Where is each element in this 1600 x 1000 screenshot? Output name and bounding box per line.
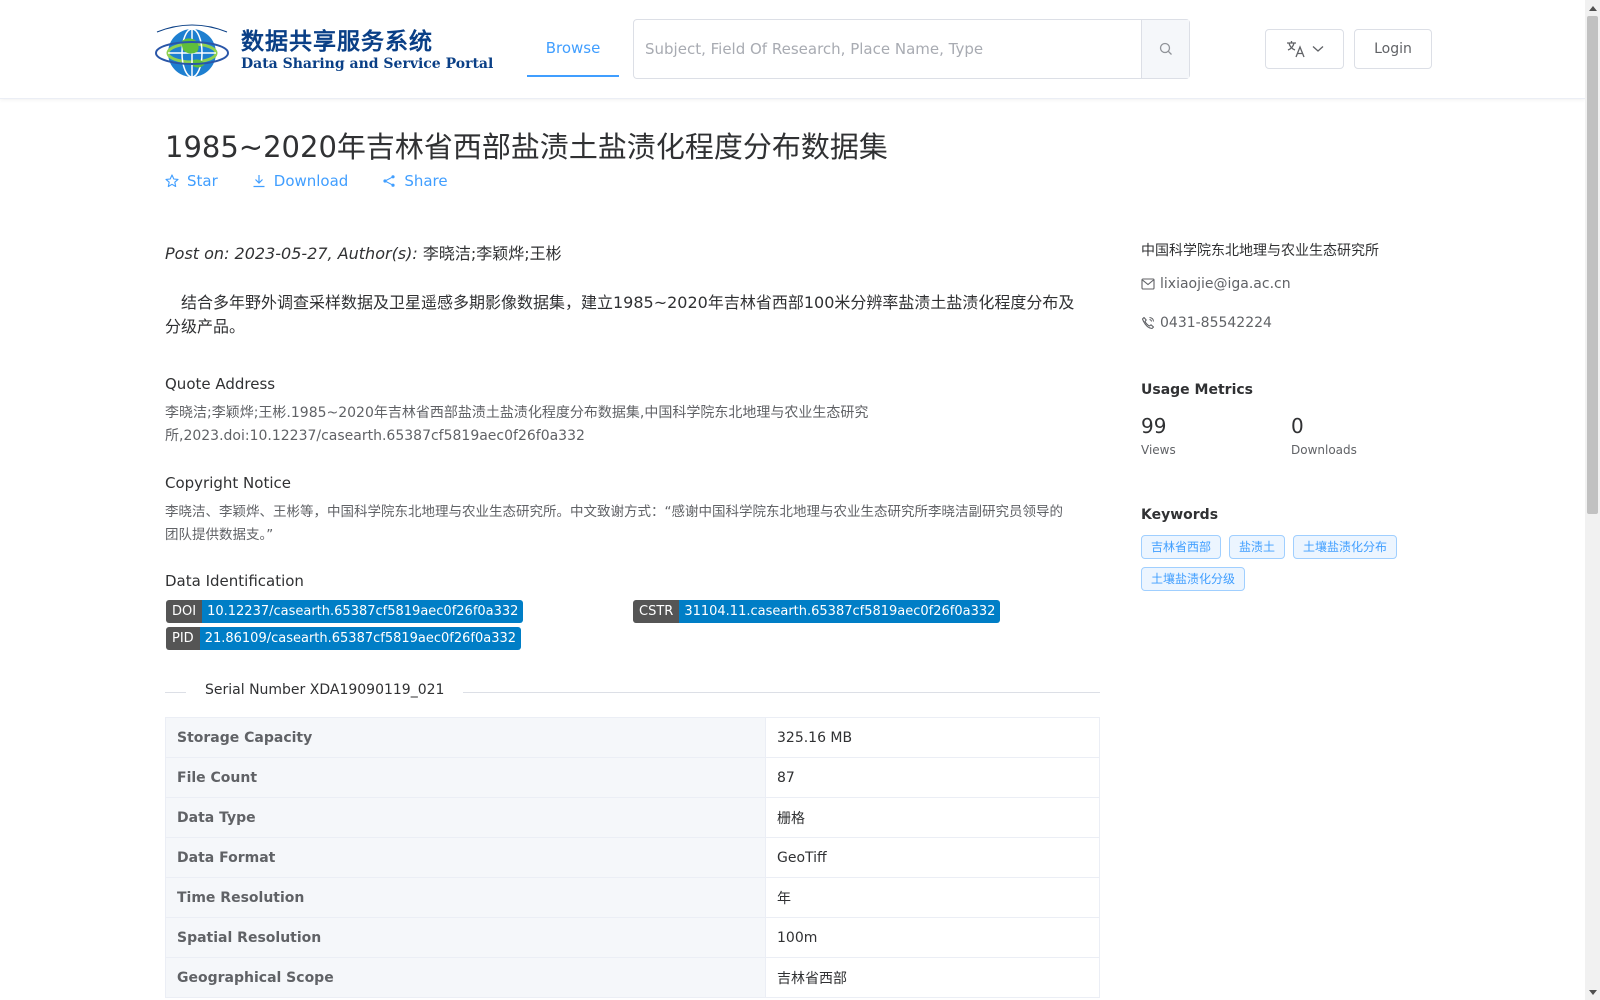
table-row: Storage Capacity 325.16 MB [165,717,1100,758]
page-scrollbar[interactable] [1585,0,1600,1000]
table-row: Geographical Scope 吉林省西部 [165,957,1100,998]
doi-badge[interactable]: DOI 10.12237/casearth.65387cf5819aec0f26… [166,600,524,623]
post-info: Post on: 2023-05-27, Author(s): 李晓洁;李颖烨;… [165,240,562,264]
search-button[interactable] [1141,20,1189,78]
logo-english-title: Data Sharing and Service Portal [241,56,494,72]
table-row: Data Type 栅格 [165,797,1100,838]
doi-badge-key: DOI [166,600,203,623]
table-value: 325.16 MB [765,717,1100,758]
search-box [633,19,1190,79]
keyword-tag[interactable]: 盐渍土 [1229,535,1286,559]
copyright-line-1: 李晓洁、李颖烨、王彬等，中国科学院东北地理与农业生态研究所。中文致谢方式：“感谢… [165,504,1063,520]
table-row: File Count 87 [165,757,1100,798]
dataset-info-table: Storage Capacity 325.16 MB File Count 87 D… [165,717,1100,998]
share-icon [383,175,395,187]
mail-icon [1141,278,1155,290]
table-row: Time Resolution 年 [165,877,1100,918]
downloads-label: Downloads [1291,443,1357,457]
table-key: Data Format [165,837,766,878]
quote-address-title: Quote Address [165,375,276,393]
scrollbar-thumb[interactable] [1587,16,1598,514]
serial-number: Serial Number XDA19090119_021 [186,682,464,698]
quote-address-text: 李晓洁;李颖烨;王彬.1985~2020年吉林省西部盐渍土盐渍化程度分布数据集,… [165,402,1100,448]
table-key: Data Type [165,797,766,838]
table-key: Storage Capacity [165,717,766,758]
table-value: 87 [765,757,1100,798]
share-label: Share [404,172,448,190]
cstr-badge[interactable]: CSTR 31104.11.casearth.65387cf5819aec0f2… [633,600,1001,623]
search-input[interactable] [634,20,1141,78]
author-list: 李晓洁;李颖烨;王彬 [422,244,562,263]
table-row: Spatial Resolution 100m [165,917,1100,958]
download-icon [253,175,265,188]
site-logo[interactable]: 数据共享服务系统 Data Sharing and Service Portal [153,22,493,80]
logo-chinese-title: 数据共享服务系统 [241,28,433,55]
keyword-tag[interactable]: 吉林省西部 [1141,535,1222,559]
contact-phone: 0431-85542224 [1141,315,1272,331]
login-button[interactable]: Login [1354,29,1432,69]
organization-name: 中国科学院东北地理与农业生态研究所 [1141,243,1379,259]
dataset-title: 1985~2020年吉林省西部盐渍土盐渍化程度分布数据集 [165,130,888,164]
share-button[interactable]: Share [382,172,448,190]
downloads-count: 0 [1291,414,1304,438]
pid-badge-value: 21.86109/casearth.65387cf5819aec0f26f0a3… [199,627,522,650]
views-count: 99 [1141,414,1167,438]
translate-icon [1286,41,1305,58]
search-icon [1159,42,1172,55]
pid-badge[interactable]: PID 21.86109/casearth.65387cf5819aec0f26… [166,627,522,650]
keywords-title: Keywords [1141,507,1219,523]
download-button[interactable]: Download [252,172,349,190]
chevron-down-icon [1312,46,1323,52]
table-row: Data Format GeoTiff [165,837,1100,878]
copyright-title: Copyright Notice [165,474,291,492]
phone-text: 0431-85542224 [1160,315,1272,331]
table-value: 100m [765,917,1100,958]
nav-browse-tab[interactable]: Browse [527,0,619,77]
usage-metrics-title: Usage Metrics [1141,382,1253,398]
table-value: GeoTiff [765,837,1100,878]
quote-line-1: 李晓洁;李颖烨;王彬.1985~2020年吉林省西部盐渍土盐渍化程度分布数据集,… [165,405,869,421]
views-label: Views [1141,443,1176,457]
table-value: 栅格 [765,797,1100,838]
copyright-line-2: 团队提供数据支。” [165,527,274,543]
keyword-tag[interactable]: 土壤盐渍化分级 [1141,567,1246,591]
table-key: Geographical Scope [165,957,766,998]
dataset-abstract: 结合多年野外调查采样数据及卫星遥感多期影像数据集，建立1985~2020年吉林省… [165,293,1075,336]
top-header: 数据共享服务系统 Data Sharing and Service Portal… [0,0,1585,99]
doi-badge-value: 10.12237/casearth.65387cf5819aec0f26f0a3… [202,600,524,623]
table-key: Time Resolution [165,877,766,918]
email-text: lixiaojie@iga.ac.cn [1160,276,1291,292]
contact-email[interactable]: lixiaojie@iga.ac.cn [1141,276,1291,292]
star-icon [165,174,179,188]
table-value: 吉林省西部 [765,957,1100,998]
table-key: Spatial Resolution [165,917,766,958]
post-date-prefix: Post on: 2023-05-27, Author(s): [165,244,423,263]
globe-logo-icon [155,24,229,78]
cstr-badge-value: 31104.11.casearth.65387cf5819aec0f26f0a3… [679,600,1001,623]
table-key: File Count [165,757,766,798]
star-button[interactable]: Star [165,172,218,190]
data-identification-title: Data Identification [165,572,304,590]
download-label: Download [273,172,349,190]
table-value: 年 [765,877,1100,918]
cstr-badge-key: CSTR [633,600,680,623]
scroll-down-arrow-icon[interactable] [1585,985,1600,1000]
keyword-tag[interactable]: 土壤盐渍化分布 [1293,535,1398,559]
phone-icon [1141,316,1155,330]
copyright-text: 李晓洁、李颖烨、王彬等，中国科学院东北地理与农业生态研究所。中文致谢方式：“感谢… [165,501,1105,547]
scroll-up-arrow-icon[interactable] [1585,0,1600,15]
language-switcher[interactable] [1265,29,1344,69]
dataset-actions: Star Download Share [165,172,448,190]
pid-badge-key: PID [166,627,200,650]
quote-line-2: 所,2023.doi:10.12237/casearth.65387cf5819… [165,428,585,444]
star-label: Star [187,172,218,190]
